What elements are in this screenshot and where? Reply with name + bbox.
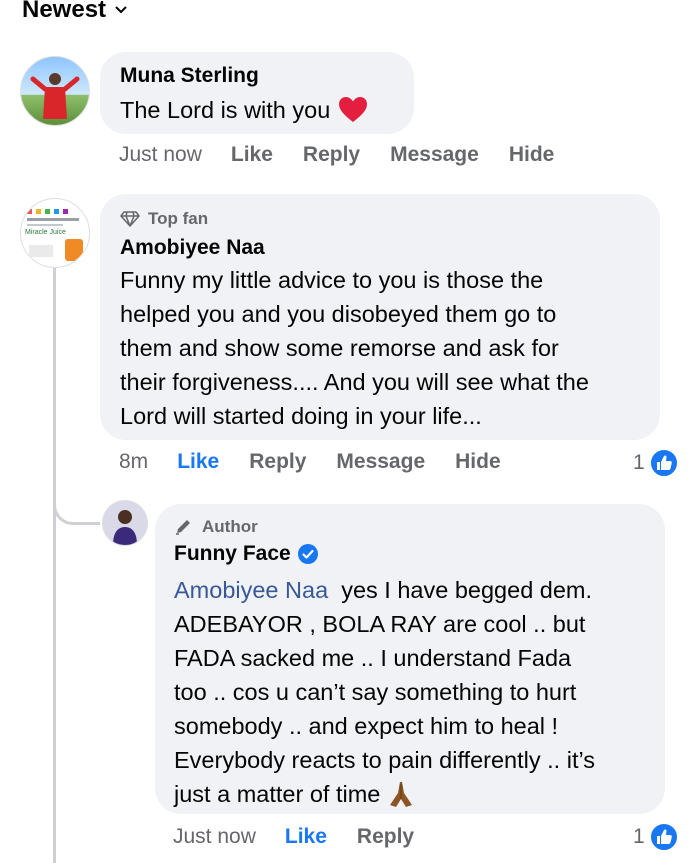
comment-text-line: ADEBAYOR , BOLA RAY are cool .. but [174,611,586,637]
comment-text: Funny my little advice to you is those t… [120,263,589,433]
comment-text-line: somebody .. and expect him to heal ! [174,713,559,739]
comment-timestamp[interactable]: Just now [119,143,202,167]
person-photo-icon [113,510,137,545]
comment-actions: 8m Like Reply Message Hide [119,450,531,474]
sort-label: Newest [22,0,107,23]
avatar[interactable]: Miracle Juice [20,198,90,268]
person-figure-icon [30,73,80,119]
reaction-count: 1 [633,451,645,474]
reaction-summary[interactable]: 1 [633,822,679,852]
author-badge: Author [174,517,258,537]
comment-timestamp[interactable]: 8m [119,450,148,474]
comment-text-line: FADA sacked me .. I understand Fada [174,645,572,671]
comment-text-line: just a matter of time [174,777,595,811]
comment-text-line: Funny my little advice to you is those t… [120,267,544,293]
comment-actions: Just now Like Reply Message Hide [119,143,584,167]
top-fan-badge: Top fan [120,209,208,229]
comment-author[interactable]: Muna Sterling [120,64,259,88]
like-button[interactable]: Like [285,825,327,849]
comment-text: Amobiyee Naa yes I have begged dem. ADEB… [174,573,595,811]
like-reaction-icon [648,822,679,852]
comment-bubble: Top fan Amobiyee Naa Funny my little adv… [100,194,660,440]
comment-text: The Lord is with you [120,97,331,123]
reply-button[interactable]: Reply [303,143,360,167]
thread-line [53,262,56,863]
badge-label: Author [202,517,258,536]
diamond-icon [120,211,140,227]
comment-bubble: Author Funny Face Amobiyee Naa yes I hav… [155,504,665,814]
message-button[interactable]: Message [336,450,425,474]
hide-button[interactable]: Hide [509,143,555,167]
reaction-summary[interactable]: 1 [633,448,679,478]
pencil-icon [176,520,190,535]
avatar[interactable] [20,56,90,126]
like-button[interactable]: Like [177,450,219,474]
comment-bubble: Muna Sterling The Lord is with you [100,52,414,134]
reply-button[interactable]: Reply [249,450,306,474]
reply-button[interactable]: Reply [357,825,414,849]
message-button[interactable]: Message [390,143,479,167]
comment-text-segment: just a matter of time [174,781,381,807]
heart-icon [339,97,368,122]
comment-text-line: Lord will started doing in your life... [120,403,482,429]
mention-link[interactable]: Amobiyee Naa [174,577,328,603]
like-reaction-icon [648,448,679,478]
comment-author[interactable]: Funny Face [174,542,291,566]
comment-text-line: helped you and you disobeyed them go to [120,301,557,327]
thread-branch [53,480,100,525]
comment-author[interactable]: Amobiyee Naa [120,236,265,260]
comment-text-line: their forgiveness.... And you will see w… [120,369,589,395]
avatar[interactable] [102,500,148,546]
comment-text-line: them and show some remorse and ask for [120,335,559,361]
reaction-count: 1 [633,825,645,848]
comment-text-segment: yes I have begged dem. [341,577,593,603]
sort-dropdown[interactable]: Newest [22,0,128,24]
avatar-caption: Miracle Juice [25,229,66,236]
badge-label: Top fan [148,209,209,228]
like-button[interactable]: Like [231,143,273,167]
hide-button[interactable]: Hide [455,450,501,474]
comment-timestamp[interactable]: Just now [173,825,256,849]
verified-badge-icon [297,544,318,564]
comment-text-line: too .. cos u can’t say something to hurt [174,679,577,705]
comment-text-line: Amobiyee Naa yes I have begged dem. [174,573,595,607]
comment-actions: Just now Like Reply [173,825,444,849]
comment-text-line: Everybody reacts to pain differently .. … [174,747,596,773]
praying-hands-icon [390,782,413,807]
chevron-down-icon [115,6,127,14]
